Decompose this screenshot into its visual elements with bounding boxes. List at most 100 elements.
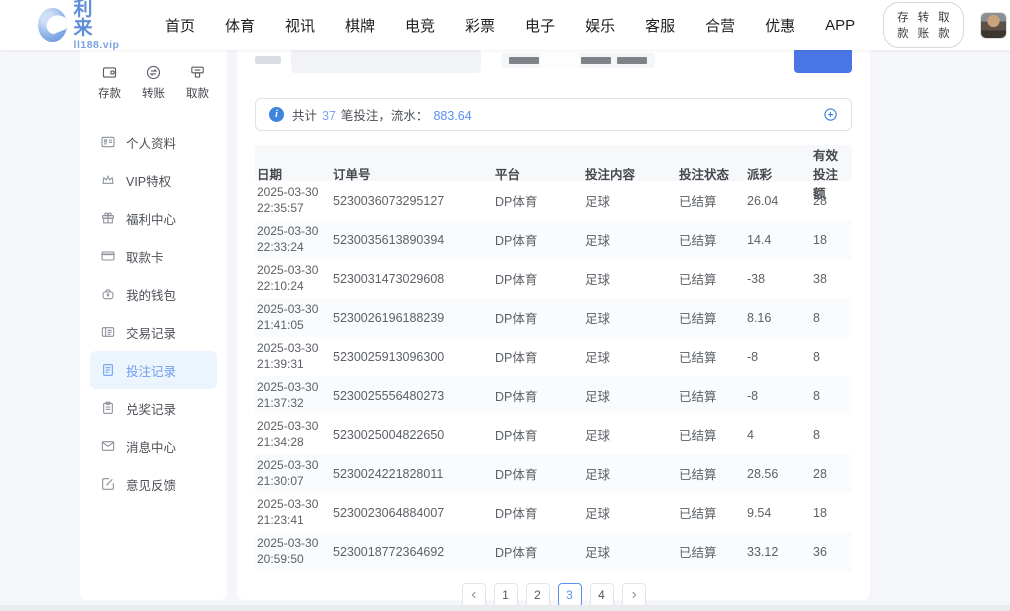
summary-count: 37: [322, 109, 336, 123]
order-number: 5230026196188239: [333, 311, 495, 325]
nav-entertainment[interactable]: 娱乐: [585, 15, 615, 36]
page-button-4[interactable]: 4: [590, 583, 614, 607]
prev-page-button[interactable]: [462, 583, 486, 607]
deposit-icon: [101, 64, 118, 81]
sidebar-item-welfare[interactable]: 福利中心: [90, 199, 217, 237]
bet-records-icon: [100, 362, 116, 378]
table-row: 2025-03-3020:59:50 5230018772364692 DP体育…: [255, 532, 852, 571]
brand-domain: ll188.vip: [74, 40, 125, 51]
chevron-right-icon: [629, 590, 639, 600]
sidebar-item-prize-records[interactable]: 兑奖记录: [90, 389, 217, 427]
date-quick-segments[interactable]: [501, 53, 655, 68]
user-avatar[interactable]: [980, 12, 1007, 39]
brand-logo-icon: [38, 8, 67, 42]
nav-lottery[interactable]: 彩票: [465, 15, 495, 36]
brand-logo[interactable]: 利 来 ll188.vip: [38, 0, 125, 50]
quick-action-withdraw[interactable]: 取款: [186, 64, 209, 101]
summary-bar: i 共计 37 笔投注，流水： 883.64: [255, 98, 852, 131]
quick-action-deposit[interactable]: 存款: [98, 64, 121, 101]
date-range-input[interactable]: [291, 47, 481, 73]
expand-plus-icon[interactable]: [823, 107, 838, 122]
sidebar-item-withdraw-card[interactable]: 取款卡: [90, 237, 217, 275]
order-number: 5230025004822650: [333, 428, 495, 442]
main-nav: 首页 体育 视讯 棋牌 电竞 彩票 电子 娱乐 客服 合营 优惠 APP: [165, 15, 855, 36]
vip-crown-icon: [100, 172, 116, 188]
sidebar-item-transactions[interactable]: 交易记录: [90, 313, 217, 351]
info-icon: i: [269, 107, 284, 122]
feedback-icon: [100, 476, 116, 492]
page-button-1[interactable]: 1: [494, 583, 518, 607]
message-icon: [100, 438, 116, 454]
order-number: 5230025913096300: [333, 350, 495, 364]
col-content: 投注内容: [585, 164, 679, 183]
summary-prefix: 共计: [292, 105, 317, 124]
nav-sports[interactable]: 体育: [225, 15, 255, 36]
top-header: 利 来 ll188.vip 首页 体育 视讯 棋牌 电竞 彩票 电子 娱乐 客服…: [0, 0, 1010, 50]
prize-records-icon: [100, 400, 116, 416]
transfer-icon: [145, 64, 162, 81]
nav-home[interactable]: 首页: [165, 15, 195, 36]
col-status: 投注状态: [679, 164, 747, 183]
quick-action-label: 取款: [186, 85, 209, 101]
chevron-left-icon: [469, 590, 479, 600]
col-order: 订单号: [333, 164, 495, 183]
quick-action-transfer[interactable]: 转账: [142, 64, 165, 101]
status-badge: 已结算: [679, 230, 747, 249]
page-button-3-active[interactable]: 3: [558, 583, 582, 607]
table-row: 2025-03-3022:33:24 5230035613890394 DP体育…: [255, 220, 852, 259]
nav-slots[interactable]: 电子: [525, 15, 555, 36]
status-badge: 已结算: [679, 542, 747, 561]
order-number: 5230023064884007: [333, 506, 495, 520]
table-row: 2025-03-3021:30:07 5230024221828011 DP体育…: [255, 454, 852, 493]
status-badge: 已结算: [679, 386, 747, 405]
order-number: 5230025556480273: [333, 389, 495, 403]
col-date: 日期: [257, 164, 333, 183]
gift-icon: [100, 210, 116, 226]
pill-transfer-link[interactable]: 转账: [918, 9, 930, 41]
sidebar-item-wallet[interactable]: 我的钱包: [90, 275, 217, 313]
bet-table: 日期 订单号 平台 投注内容 投注状态 派彩 有效投注额 2025-03-302…: [255, 145, 852, 571]
pill-deposit-link[interactable]: 存款: [897, 9, 909, 41]
sidebar-item-profile[interactable]: 个人资料: [90, 123, 217, 161]
summary-turnover: 883.64: [433, 109, 471, 123]
table-row: 2025-03-3021:39:31 5230025913096300 DP体育…: [255, 337, 852, 376]
sidebar-menu: 个人资料 VIP特权 福利中心 取款卡 我的钱包 交易记录: [90, 123, 217, 503]
sidebar-quick-actions: 存款 转账 取款: [90, 62, 217, 115]
page-body: 存款 转账 取款 个人资料 VIP特权 福利中心: [0, 50, 1010, 611]
order-number: 5230035613890394: [333, 233, 495, 247]
brand-name: 利 来: [74, 0, 125, 38]
col-payout: 派彩: [747, 164, 813, 183]
nav-app[interactable]: APP: [825, 17, 855, 34]
sidebar-item-bet-records[interactable]: 投注记录: [90, 351, 217, 389]
sidebar-item-vip[interactable]: VIP特权: [90, 161, 217, 199]
order-number: 5230018772364692: [333, 545, 495, 559]
order-number: 5230024221828011: [333, 467, 495, 481]
pill-withdraw-link[interactable]: 取款: [938, 9, 950, 41]
wallet-quick-pill: 存款 转账 取款: [883, 2, 964, 48]
nav-promo[interactable]: 优惠: [765, 15, 795, 36]
transactions-icon: [100, 324, 116, 340]
nav-chess[interactable]: 棋牌: [345, 15, 375, 36]
nav-esports[interactable]: 电竞: [405, 15, 435, 36]
filter-label: [255, 56, 281, 64]
col-platform: 平台: [495, 164, 585, 183]
table-row: 2025-03-3022:10:24 5230031473029608 DP体育…: [255, 259, 852, 298]
status-badge: 已结算: [679, 347, 747, 366]
sidebar: 存款 转账 取款 个人资料 VIP特权 福利中心: [80, 50, 227, 600]
next-page-button[interactable]: [622, 583, 646, 607]
nav-partner[interactable]: 合营: [705, 15, 735, 36]
table-row: 2025-03-3021:37:32 5230025556480273 DP体育…: [255, 376, 852, 415]
nav-live[interactable]: 视讯: [285, 15, 315, 36]
table-row: 2025-03-3022:35:57 5230036073295127 DP体育…: [255, 181, 852, 220]
nav-service[interactable]: 客服: [645, 15, 675, 36]
sidebar-item-feedback[interactable]: 意见反馈: [90, 465, 217, 503]
table-header-row: 日期 订单号 平台 投注内容 投注状态 派彩 有效投注额: [255, 145, 852, 181]
status-badge: 已结算: [679, 308, 747, 327]
sidebar-item-messages[interactable]: 消息中心: [90, 427, 217, 465]
status-badge: 已结算: [679, 269, 747, 288]
page-button-2[interactable]: 2: [526, 583, 550, 607]
user-block: anxin3399 总资产： 1363.49元 永久域名： ll188.vip …: [980, 0, 1010, 71]
status-badge: 已结算: [679, 191, 747, 210]
search-button[interactable]: [794, 47, 852, 73]
quick-action-label: 存款: [98, 85, 121, 101]
